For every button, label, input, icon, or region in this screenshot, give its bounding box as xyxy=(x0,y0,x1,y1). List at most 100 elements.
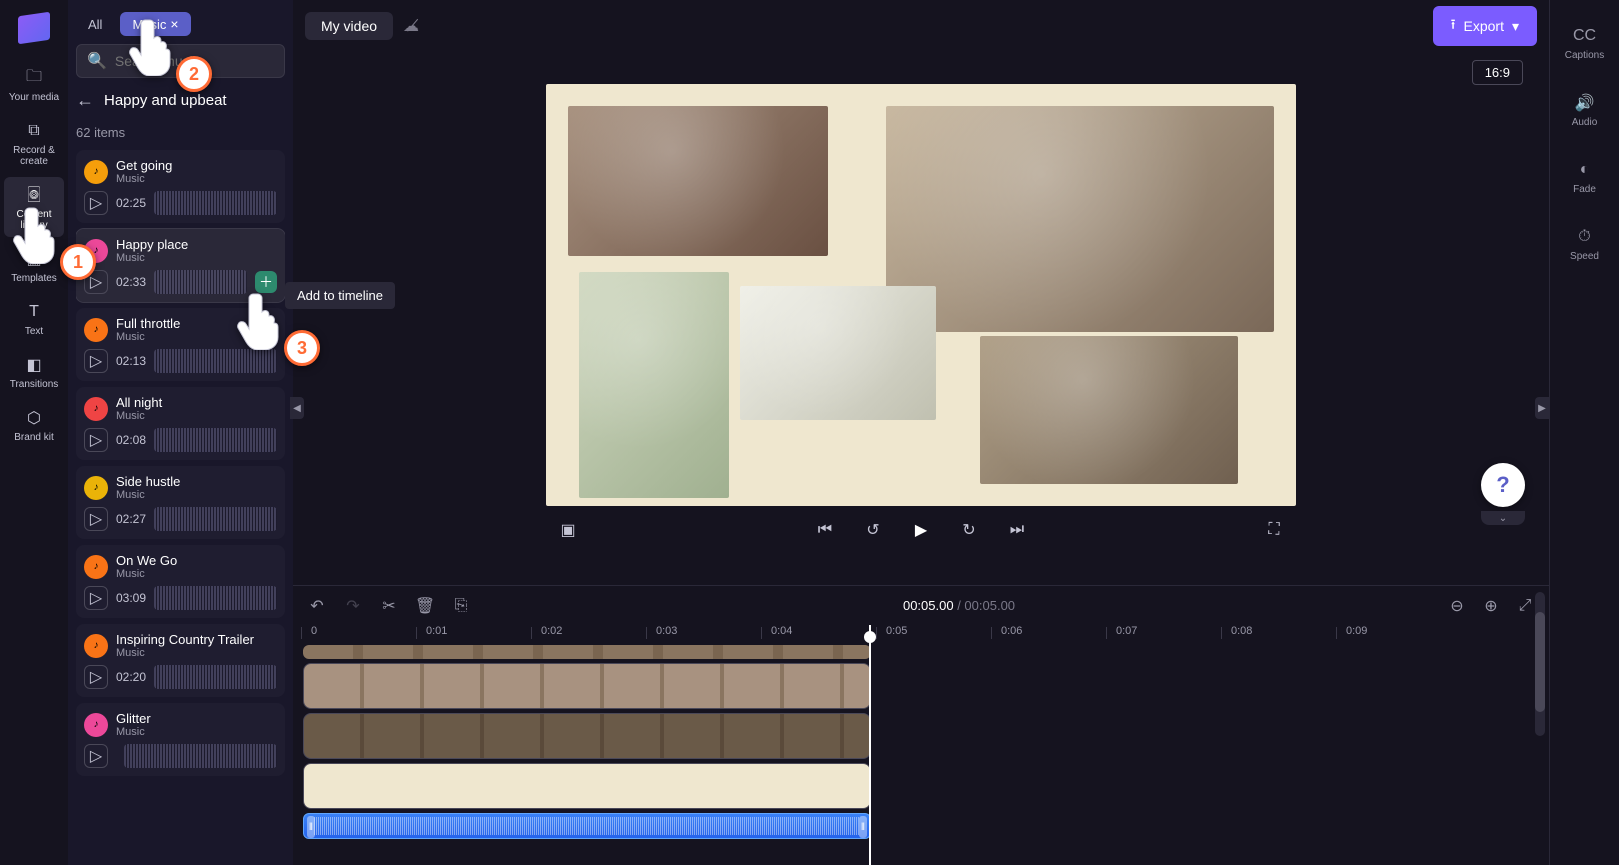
track-subtitle: Music xyxy=(116,252,188,264)
video-canvas[interactable] xyxy=(546,84,1296,506)
split-button[interactable]: ✂ xyxy=(377,594,401,618)
nav-your-media[interactable]: 🗀 Your media xyxy=(4,60,64,109)
ruler-tick: 0:05 xyxy=(886,625,907,637)
track-title: Get going xyxy=(116,158,172,173)
export-button[interactable]: ⭱ Export ▾ xyxy=(1433,6,1537,46)
timeline-video-thumbstrip[interactable] xyxy=(303,645,871,659)
preview-play-button[interactable]: ▷ xyxy=(84,349,108,373)
right-audio[interactable]: 🔊 Audio xyxy=(1555,85,1615,134)
brand-icon: ⬡ xyxy=(22,406,46,430)
track-duration: 02:27 xyxy=(116,512,146,526)
track-item[interactable]: ♪ Get going Music ▷ 02:25 xyxy=(76,150,285,223)
music-note-icon: ♪ xyxy=(84,318,108,342)
nav-label: Speed xyxy=(1570,251,1599,262)
forward-button[interactable]: ↻ xyxy=(955,516,983,544)
delete-button[interactable]: 🗑 xyxy=(413,594,437,618)
aspect-ratio-selector[interactable]: 16:9 xyxy=(1472,60,1523,85)
app-logo[interactable] xyxy=(14,8,54,48)
audio-trim-handle-right[interactable]: ‖ xyxy=(859,816,867,838)
annotation-pointer-1: 1 xyxy=(8,200,72,269)
prev-frame-button[interactable]: ⏮ xyxy=(811,516,839,544)
track-header: ♪ All night Music xyxy=(84,395,277,422)
current-time: 00:05.00 xyxy=(903,598,954,613)
track-item[interactable]: ♪ All night Music ▷ 02:08 xyxy=(76,387,285,460)
track-duration: 02:13 xyxy=(116,354,146,368)
zoom-out-button[interactable]: ⊖ xyxy=(1445,594,1469,618)
track-body: ▷ 02:25 xyxy=(84,191,277,215)
cloud-off-icon[interactable]: ☁̸ xyxy=(403,16,419,36)
project-title[interactable]: My video xyxy=(305,12,393,40)
preview-play-button[interactable]: ▷ xyxy=(84,665,108,689)
breadcrumb-title: Happy and upbeat xyxy=(104,92,227,109)
nav-record-create[interactable]: ⧉ Record & create xyxy=(4,113,64,173)
right-captions[interactable]: CC Captions xyxy=(1555,18,1615,67)
timeline-audio-track[interactable]: ‖ ‖ xyxy=(303,813,871,839)
folder-icon: 🗀 xyxy=(22,66,46,90)
annotation-pointer-2: 2 xyxy=(124,12,188,81)
preview-play-button[interactable]: ▷ xyxy=(84,428,108,452)
timeline-ruler[interactable]: 00:010:020:030:040:050:060:070:080:09 xyxy=(303,625,1549,645)
nav-transitions[interactable]: ◧ Transitions xyxy=(4,347,64,396)
help-button[interactable]: ? xyxy=(1481,463,1525,507)
track-item[interactable]: ♪ Glitter Music ▷ xyxy=(76,703,285,776)
preview-play-button[interactable]: ▷ xyxy=(84,191,108,215)
track-item[interactable]: ♪ On We Go Music ▷ 03:09 xyxy=(76,545,285,618)
timeline-video-track-1[interactable] xyxy=(303,663,871,709)
redo-button[interactable]: ↷ xyxy=(341,594,365,618)
speaker-icon: 🔊 xyxy=(1573,91,1597,115)
preview-play-button[interactable]: ▷ xyxy=(84,744,108,768)
track-header: ♪ Glitter Music xyxy=(84,711,277,738)
right-nav-rail: CC Captions 🔊 Audio ◐ Fade ⏱ Speed xyxy=(1549,0,1619,865)
track-item[interactable]: ♪ Side hustle Music ▷ 02:27 xyxy=(76,466,285,539)
track-header: ♪ On We Go Music xyxy=(84,553,277,580)
audio-trim-handle-left[interactable]: ‖ xyxy=(307,816,315,838)
item-count: 62 items xyxy=(76,123,285,142)
track-title: Glitter xyxy=(116,711,151,726)
duplicate-button[interactable]: ⎘ xyxy=(449,594,473,618)
track-duration: 02:25 xyxy=(116,196,146,210)
back-arrow-icon[interactable]: ← xyxy=(76,90,94,111)
nav-label: Fade xyxy=(1573,184,1596,195)
undo-button[interactable]: ↶ xyxy=(305,594,329,618)
filter-all-chip[interactable]: All xyxy=(76,12,114,36)
playhead[interactable] xyxy=(869,625,871,865)
music-note-icon: ♪ xyxy=(84,160,108,184)
preview-play-button[interactable]: ▷ xyxy=(84,586,108,610)
search-icon: 🔍 xyxy=(87,51,107,71)
collapse-panel-handle[interactable]: ◀ xyxy=(290,397,304,419)
camera-icon: ⧉ xyxy=(22,119,46,143)
timeline-toolbar: ↶ ↷ ✂ 🗑 ⎘ 00:05.00 / 00:05.00 ⊖ ⊕ ⤢ xyxy=(293,585,1549,625)
ruler-tick: 0:03 xyxy=(656,625,677,637)
ruler-tick: 0:02 xyxy=(541,625,562,637)
safe-zone-toggle[interactable]: ▣ xyxy=(554,516,582,544)
next-frame-button[interactable]: ⏭ xyxy=(1003,516,1031,544)
track-subtitle: Music xyxy=(116,489,180,501)
zoom-in-button[interactable]: ⊕ xyxy=(1479,594,1503,618)
track-waveform xyxy=(154,586,277,610)
collapse-right-panel-handle[interactable]: ▶ xyxy=(1535,397,1549,419)
timeline-video-track-2[interactable] xyxy=(303,713,871,759)
track-duration: 02:20 xyxy=(116,670,146,684)
track-duration: 02:08 xyxy=(116,433,146,447)
timeline-scrollbar-thumb[interactable] xyxy=(1535,612,1545,712)
zoom-fit-button[interactable]: ⤢ xyxy=(1513,594,1537,618)
timeline-background-track[interactable] xyxy=(303,763,871,809)
upload-icon: ⭱ xyxy=(1451,14,1456,38)
play-button[interactable]: ▶ xyxy=(907,516,935,544)
nav-text[interactable]: T Text xyxy=(4,294,64,343)
track-header: ♪ Happy place Music xyxy=(84,237,277,264)
track-item[interactable]: ♪ Inspiring Country Trailer Music ▷ 02:2… xyxy=(76,624,285,697)
right-fade[interactable]: ◐ Fade xyxy=(1555,152,1615,201)
nav-brand-kit[interactable]: ⬡ Brand kit xyxy=(4,400,64,449)
help-collapse-tab[interactable]: ⌄ xyxy=(1481,511,1525,525)
right-speed[interactable]: ⏱ Speed xyxy=(1555,219,1615,268)
ruler-tick: 0:07 xyxy=(1116,625,1137,637)
fullscreen-button[interactable]: ⛶ xyxy=(1260,516,1288,544)
track-title: Side hustle xyxy=(116,474,180,489)
rewind-button[interactable]: ↺ xyxy=(859,516,887,544)
top-toolbar: My video ☁̸ ⭱ Export ▾ xyxy=(293,0,1549,52)
timeline[interactable]: 00:010:020:030:040:050:060:070:080:09 ‖ … xyxy=(293,625,1549,865)
preview-play-button[interactable]: ▷ xyxy=(84,507,108,531)
chevron-down-icon: ▾ xyxy=(1512,18,1519,35)
add-to-timeline-tooltip: Add to timeline xyxy=(285,282,395,309)
